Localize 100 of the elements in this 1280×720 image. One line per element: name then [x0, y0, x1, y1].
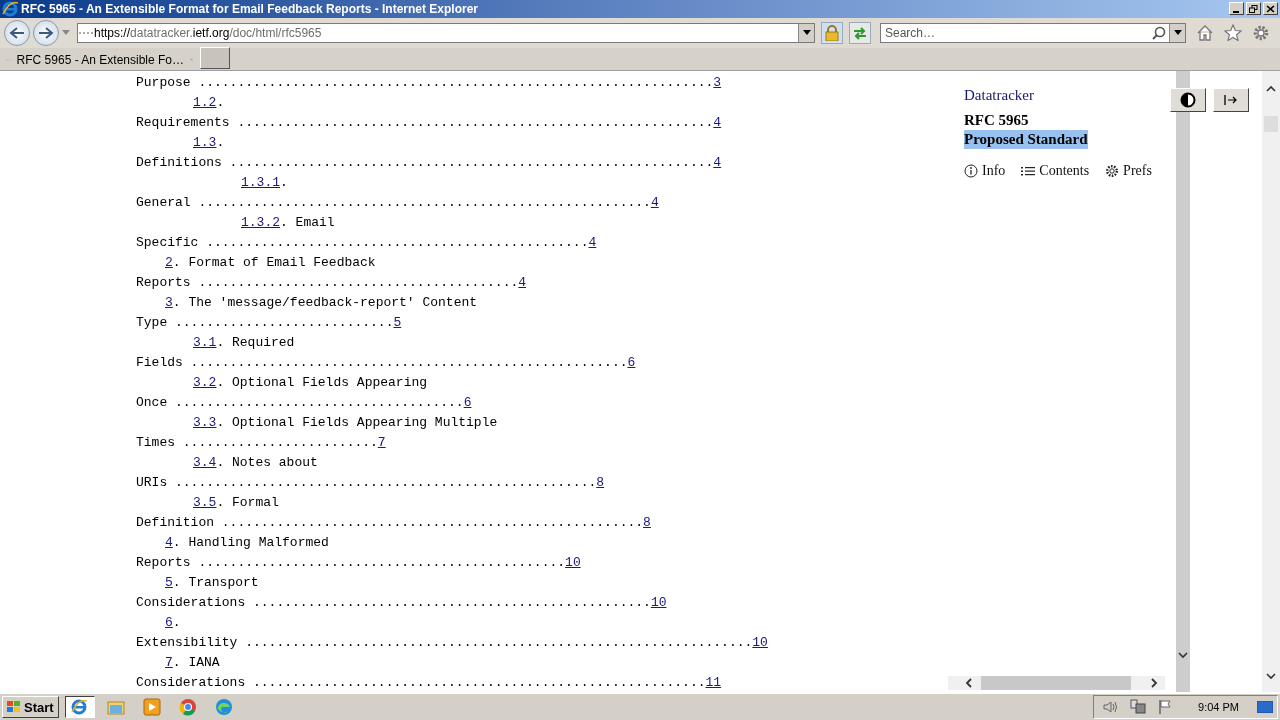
restore-button[interactable] — [1246, 2, 1261, 16]
section-link[interactable]: 5 — [165, 574, 173, 590]
toc-entry: Considerations .......................................................... — [136, 674, 706, 690]
page-link[interactable]: 10 — [650, 594, 667, 610]
address-field[interactable]: https://datatracker.ietf.org/doc/html/rfc5965 — [77, 22, 815, 43]
browser-logo-icon — [70, 698, 89, 716]
section-link[interactable]: 3.4 — [193, 454, 217, 470]
search-icon[interactable] — [1152, 25, 1166, 40]
sidebar-nav-link[interactable]: Contents — [1021, 162, 1090, 179]
page-scrollbar[interactable] — [1262, 70, 1280, 693]
page-link[interactable]: 7 — [377, 434, 386, 450]
chrome-logo-icon — [178, 698, 197, 716]
toc-heading: . IANA — [172, 654, 220, 670]
page-link[interactable]: 4 — [713, 154, 722, 170]
sidebar-nav-link[interactable]: Prefs — [1105, 162, 1152, 179]
toc-entry: Purpose .................................................................. — [136, 74, 714, 90]
section-link[interactable]: 1.3.2 — [241, 214, 280, 230]
page-link[interactable]: 8 — [643, 514, 651, 530]
arrow-to-bar-icon — [1224, 93, 1238, 106]
padlock-icon — [825, 24, 839, 41]
start-button[interactable]: Start — [2, 696, 59, 718]
contrast-icon — [1180, 91, 1196, 108]
sidebar-nav-link[interactable]: Info — [964, 162, 1006, 179]
section-link[interactable]: 4 — [165, 534, 173, 550]
document-title: RFC 5965 — [964, 110, 1030, 130]
document-status: Proposed Standard — [964, 129, 1088, 149]
site-link[interactable]: Datatracker — [964, 86, 1034, 104]
clock: 9:04 PM — [1198, 701, 1239, 713]
page-link[interactable]: 5 — [393, 314, 402, 330]
network-icon[interactable] — [1130, 699, 1147, 715]
section-link[interactable]: 1.3.1 — [241, 174, 280, 190]
horizontal-scrollbar[interactable] — [948, 676, 1165, 691]
toc-heading: . Email — [280, 214, 335, 230]
caret-icon[interactable] — [62, 30, 70, 36]
page-link[interactable]: 10 — [565, 554, 581, 570]
folder-icon — [106, 698, 125, 716]
toc-entry: Reports ............................................... — [136, 554, 566, 570]
dropdown-button[interactable] — [798, 23, 814, 42]
back-button[interactable] — [4, 19, 30, 46]
toc-entry: Requirements ............................................................. — [136, 114, 714, 130]
toc-heading: . — [216, 94, 225, 110]
section-link[interactable]: 1.2 — [193, 94, 217, 110]
lock-button[interactable] — [821, 21, 843, 44]
page-link[interactable]: 11 — [705, 674, 722, 690]
page-link[interactable]: 3 — [713, 74, 722, 90]
refresh-arrows-icon — [852, 25, 868, 40]
toc-heading: . — [172, 614, 181, 630]
close-button[interactable] — [1263, 2, 1278, 16]
toc-entry: Extensibility ................................................................. — [136, 634, 753, 650]
toc-heading: . Optional Fields Appearing — [216, 374, 428, 390]
section-link[interactable]: 7 — [165, 654, 173, 670]
toc-entry: Definitions .............................................................. — [136, 154, 714, 170]
info-icon — [964, 163, 978, 178]
theme-toggle-button[interactable] — [1170, 87, 1206, 112]
play-icon — [142, 698, 161, 716]
page-link[interactable]: 4 — [588, 234, 597, 250]
flag-icon[interactable] — [1158, 699, 1173, 715]
page-link[interactable]: 4 — [518, 274, 527, 290]
section-link[interactable]: 3.2 — [193, 374, 217, 390]
settings-icon — [1105, 163, 1120, 178]
toc-entry: Specific ................................................. — [136, 234, 589, 250]
speaker-icon[interactable] — [1102, 700, 1119, 714]
restore-icon — [1249, 5, 1258, 13]
toc-heading: . — [216, 134, 225, 150]
toc-entry: URIs ...................................................... — [136, 474, 597, 490]
page-link[interactable]: 6 — [627, 354, 636, 370]
page-link[interactable]: 4 — [713, 114, 722, 130]
section-link[interactable]: 1.3 — [193, 134, 217, 150]
section-link[interactable]: 3.3 — [193, 414, 217, 430]
section-link[interactable]: 3.1 — [193, 334, 217, 350]
new-tab-button[interactable] — [200, 46, 230, 69]
home-icon[interactable] — [1196, 24, 1214, 42]
search-field[interactable]: Search… — [880, 22, 1186, 43]
section-link[interactable]: 2 — [165, 254, 173, 270]
toc-entry: Reports ......................................... — [136, 274, 519, 290]
page-link[interactable]: 6 — [463, 394, 472, 410]
refresh-button[interactable] — [849, 21, 871, 44]
settings-icon[interactable] — [1252, 23, 1270, 42]
section-link[interactable]: 6 — [165, 614, 173, 630]
toc-heading: . Format of Email Feedback — [172, 254, 376, 270]
windows-logo-icon — [6, 700, 22, 714]
toc-entry: Once ..................................... — [136, 394, 464, 410]
minimize-button[interactable] — [1229, 2, 1244, 16]
window-title: RFC 5965 - An Extensible Format for Email Feedback Reports - Internet Explorer — [21, 2, 479, 16]
caret-icon — [802, 30, 811, 36]
section-link[interactable]: 3 — [165, 294, 173, 310]
back-arrow-icon — [9, 25, 25, 40]
toc-heading: . Required — [216, 334, 295, 350]
taskbar-app[interactable] — [64, 696, 95, 718]
forward-button[interactable] — [33, 19, 59, 46]
toc-heading: . — [280, 174, 288, 190]
page-link[interactable]: 4 — [650, 194, 659, 210]
expand-button[interactable] — [1213, 87, 1249, 112]
inner-scrollbar[interactable] — [1176, 70, 1190, 693]
forward-arrow-icon — [38, 25, 54, 40]
section-link[interactable]: 3.5 — [193, 494, 217, 510]
page-link[interactable]: 8 — [596, 474, 605, 490]
star-icon[interactable] — [1224, 24, 1242, 42]
page-link[interactable]: 10 — [752, 634, 768, 650]
toc-heading: . Optional Fields Appearing Multiple — [216, 414, 498, 430]
